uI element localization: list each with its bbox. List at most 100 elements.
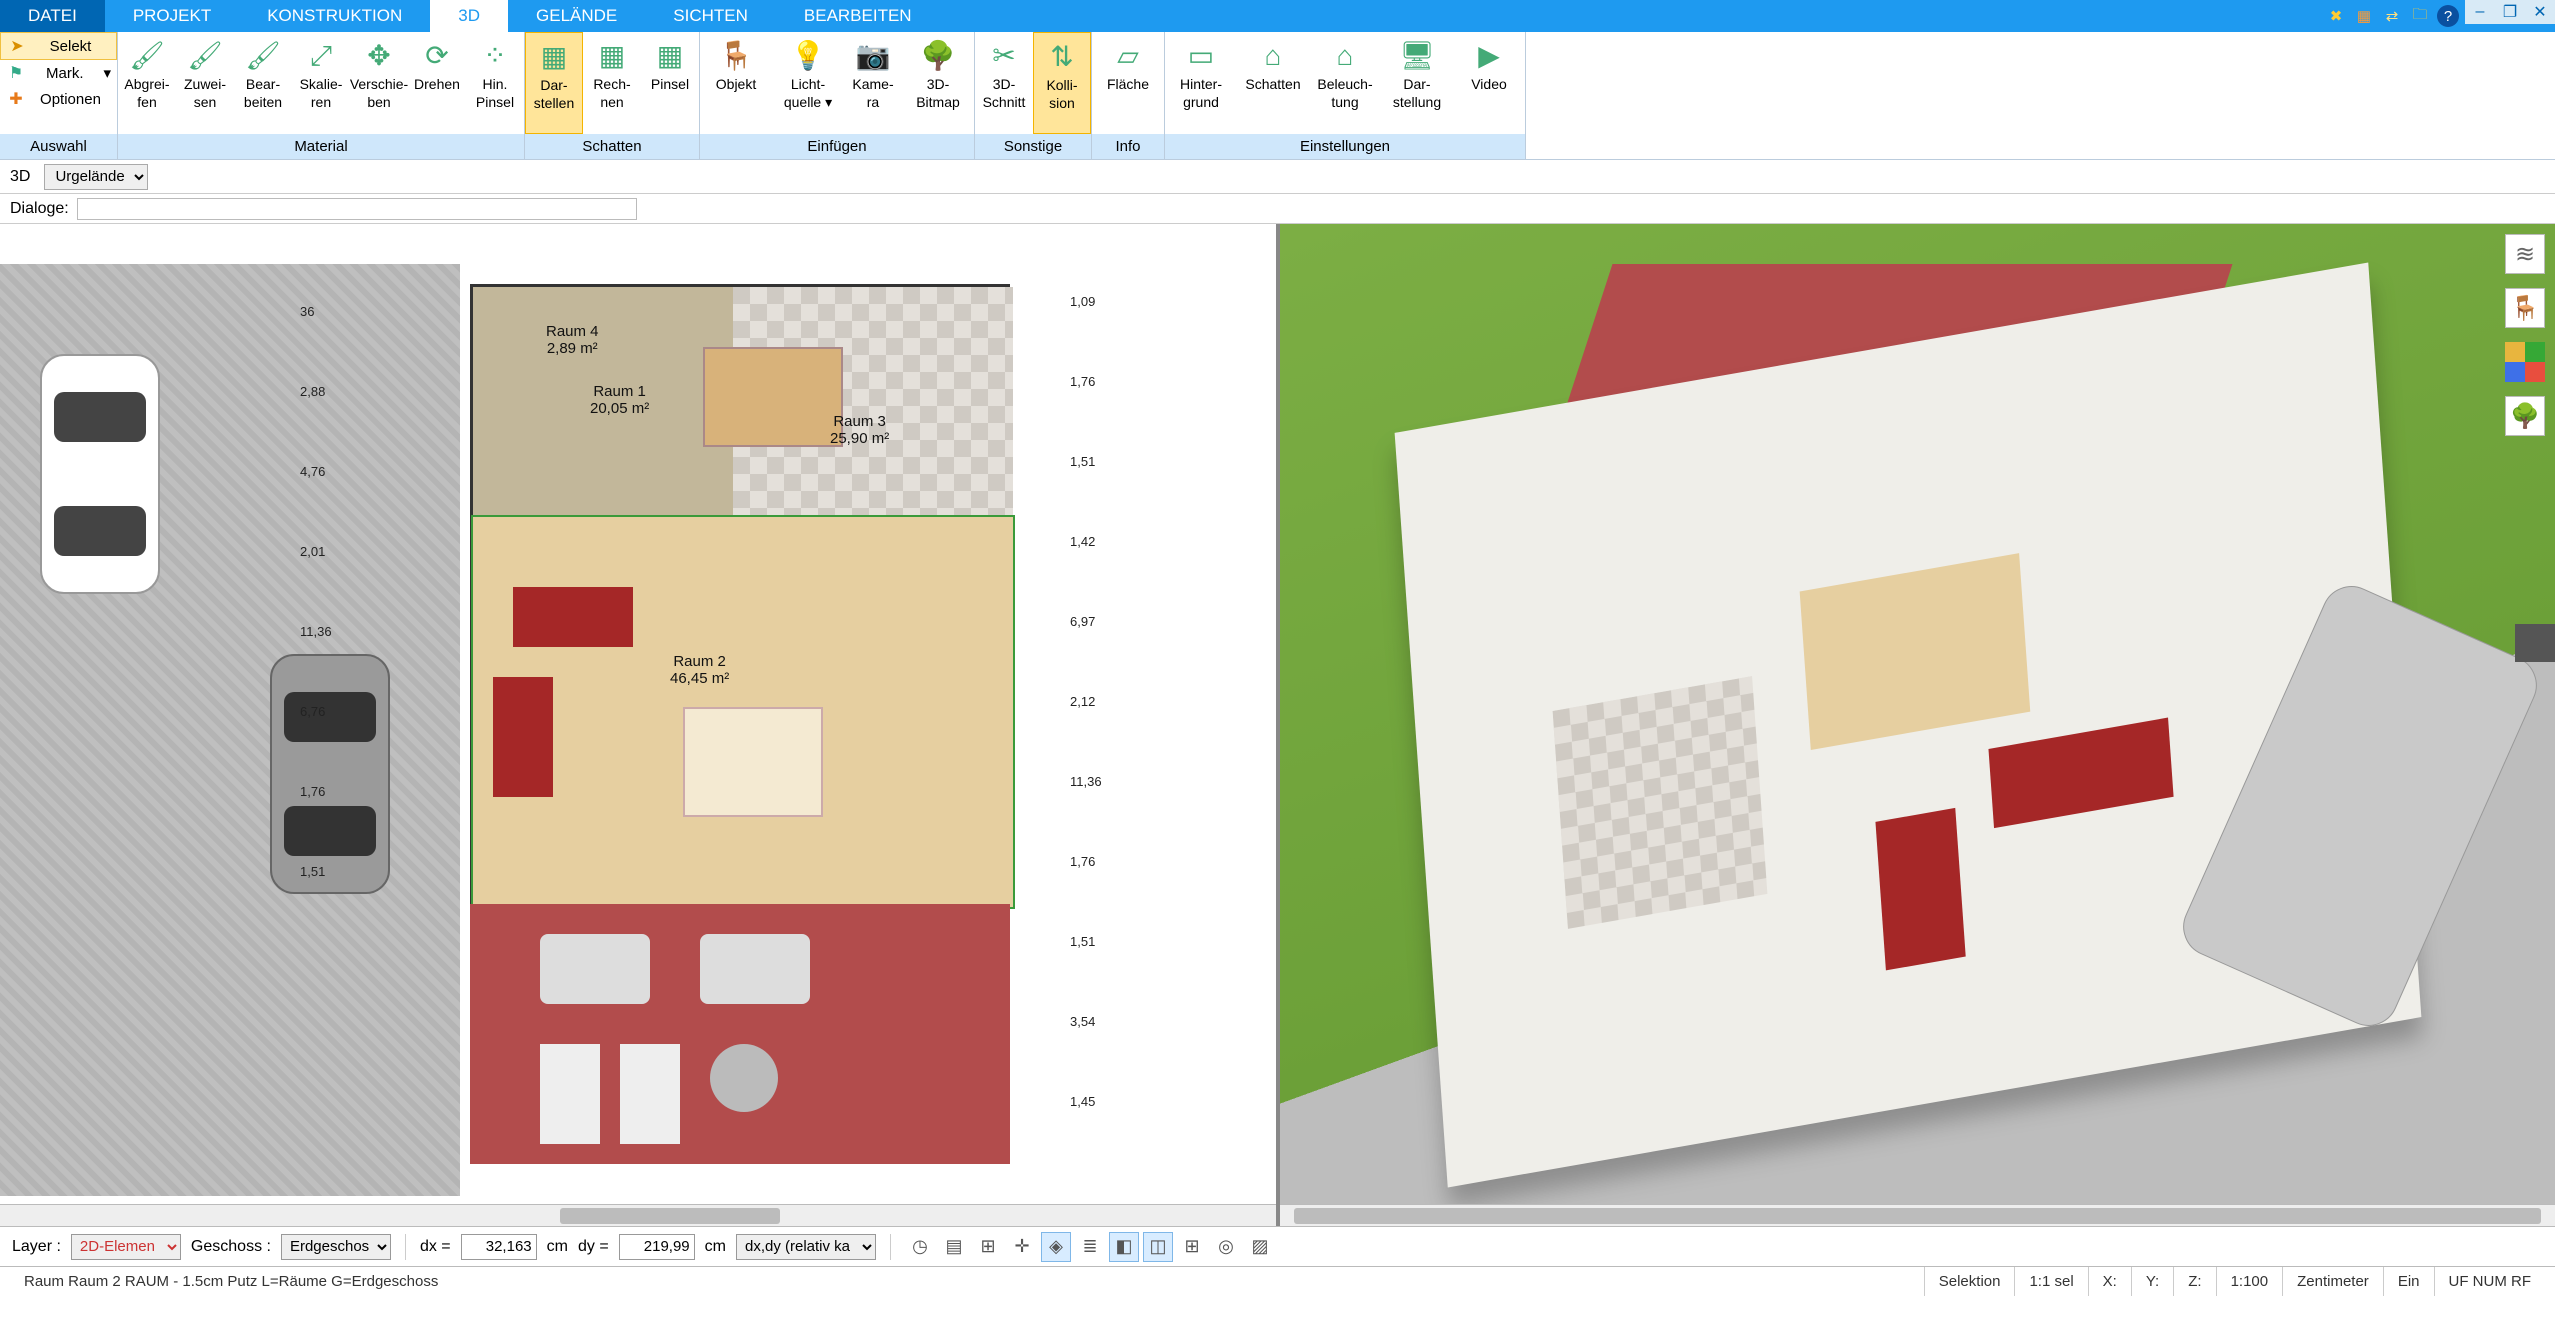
window-minimize[interactable]: – <box>2465 0 2495 24</box>
terrain-select[interactable]: Urgelände <box>44 164 148 190</box>
coord-mode-select[interactable]: dx,dy (relativ ka <box>736 1234 876 1260</box>
ribbon-kamera[interactable]: 📷Kame-ra <box>844 32 902 134</box>
tool-clock[interactable]: ◷ <box>905 1232 935 1262</box>
objekt-icon: 🪑 <box>718 38 754 74</box>
ribbon-beleuchtung[interactable]: ⌂Beleuch-tung <box>1309 32 1381 134</box>
layer-select[interactable]: 2D-Elemen <box>71 1234 181 1260</box>
menu-konstruktion[interactable]: KONSTRUKTION <box>239 0 430 32</box>
dx-input[interactable] <box>461 1234 537 1260</box>
kamera-icon: 📷 <box>855 38 891 74</box>
palette-tool-icon[interactable] <box>2505 342 2545 382</box>
group-label-sonstige: Sonstige <box>975 134 1091 159</box>
floorplan-house <box>470 284 1010 904</box>
dimension: 1,76 <box>1070 374 1095 389</box>
chair-tool-icon[interactable]: 🪑 <box>2505 288 2545 328</box>
tool-hatch[interactable]: ▨ <box>1245 1232 1275 1262</box>
ribbon-kollision[interactable]: ⇅Kolli-sion <box>1033 32 1091 134</box>
selekt-button[interactable]: ➤Selekt <box>0 32 117 60</box>
geschoss-select[interactable]: Erdgeschos <box>281 1234 391 1260</box>
menu-gelaende[interactable]: GELÄNDE <box>508 0 645 32</box>
tree-tool-icon[interactable]: 🌳 <box>2505 396 2545 436</box>
menu-datei[interactable]: DATEI <box>0 0 105 32</box>
viewport-tools: ≋ 🪑 🌳 <box>2501 234 2549 436</box>
3d-schnitt-icon: ✂ <box>986 38 1022 74</box>
ribbon-e-darstellung[interactable]: 🖥Dar-stellung <box>1381 32 1453 134</box>
transfer-icon[interactable]: ⇄ <box>2381 5 2403 27</box>
dx-label: dx = <box>420 1238 451 1256</box>
dimension: 3,54 <box>1070 1014 1095 1029</box>
ribbon-skalieren[interactable]: ⤢Skalie-ren <box>292 32 350 134</box>
ribbon-group-einstellungen: ▭Hinter-grund⌂Schatten⌂Beleuch-tung🖥Dar-… <box>1165 32 1526 159</box>
status-x: X: <box>2088 1267 2131 1296</box>
scrollbar-2d[interactable] <box>0 1204 1276 1226</box>
ribbon-hin-pinsel[interactable]: ⁘Hin.Pinsel <box>466 32 524 134</box>
tool-grid-folder[interactable]: ▤ <box>939 1232 969 1262</box>
dimension: 2,01 <box>300 544 325 559</box>
ribbon-3d-schnitt[interactable]: ✂3D-Schnitt <box>975 32 1033 134</box>
status-scale: 1:100 <box>2216 1267 2283 1296</box>
tool-layers[interactable]: ◈ <box>1041 1232 1071 1262</box>
tool-dims[interactable]: ⊞ <box>973 1232 1003 1262</box>
car-white <box>40 354 160 594</box>
tool-iso[interactable]: ◫ <box>1143 1232 1173 1262</box>
ribbon-video[interactable]: ▶Video <box>1453 32 1525 134</box>
ribbon-abgreifen[interactable]: 🖌Abgrei-fen <box>118 32 176 134</box>
window-close[interactable]: ✕ <box>2525 0 2555 24</box>
ribbon-objekt[interactable]: 🪑Objekt <box>700 32 772 134</box>
ribbon-hintergrund[interactable]: ▭Hinter-grund <box>1165 32 1237 134</box>
mark-button[interactable]: ⚑Mark.▾ <box>0 60 117 86</box>
group-label-einstellungen: Einstellungen <box>1165 134 1525 159</box>
dimension: 36 <box>300 304 314 319</box>
menu-projekt[interactable]: PROJEKT <box>105 0 239 32</box>
dy-label: dy = <box>578 1238 609 1256</box>
ribbon-flaeche[interactable]: ▱Fläche <box>1092 32 1164 134</box>
menu-sichten[interactable]: SICHTEN <box>645 0 776 32</box>
ribbon-lichtquelle[interactable]: 💡Licht-quelle ▾ <box>772 32 844 134</box>
dimension: 6,97 <box>1070 614 1095 629</box>
tool-layers2[interactable]: ◧ <box>1109 1232 1139 1262</box>
viewport-2d[interactable]: Raum 4 2,89 m²Raum 1 20,05 m²Raum 3 25,9… <box>0 224 1280 1226</box>
group-label-einfügen: Einfügen <box>700 134 974 159</box>
layers-tool-icon[interactable]: ≋ <box>2505 234 2545 274</box>
menu-bearbeiten[interactable]: BEARBEITEN <box>776 0 940 32</box>
chevron-down-icon: ▾ <box>103 64 111 82</box>
ribbon-zuweisen[interactable]: 🖌Zuwei-sen <box>176 32 234 134</box>
help-icon[interactable]: ? <box>2437 5 2459 27</box>
flag-icon: ⚑ <box>6 63 26 83</box>
dialog-field[interactable] <box>77 198 637 220</box>
panel-grip[interactable] <box>2515 624 2555 662</box>
wrench-icon[interactable]: ✖ <box>2325 5 2347 27</box>
ribbon-rechnen[interactable]: ▦Rech-nen <box>583 32 641 134</box>
viewport-3d[interactable]: ≋ 🪑 🌳 <box>1280 224 2555 1226</box>
optionen-button[interactable]: ✚Optionen <box>0 86 117 112</box>
tool-axis[interactable]: ✛ <box>1007 1232 1037 1262</box>
ribbon-darstellen[interactable]: ▦Dar-stellen <box>525 32 583 134</box>
plus-icon: ✚ <box>6 89 26 109</box>
dimension: 1,51 <box>1070 454 1095 469</box>
window-maximize[interactable]: ❐ <box>2495 0 2525 24</box>
tool-target[interactable]: ◎ <box>1211 1232 1241 1262</box>
ribbon-3d-bitmap[interactable]: 🌳3D-Bitmap <box>902 32 974 134</box>
dy-input[interactable] <box>619 1234 695 1260</box>
ribbon-e-schatten[interactable]: ⌂Schatten <box>1237 32 1309 134</box>
scrollbar-3d[interactable] <box>1280 1204 2555 1226</box>
dimension: 4,76 <box>300 464 325 479</box>
box-icon[interactable]: ▦ <box>2353 5 2375 27</box>
tool-grid2[interactable]: ⊞ <box>1177 1232 1207 1262</box>
ribbon: ➤Selekt ⚑Mark.▾ ✚Optionen Auswahl 🖌Abgre… <box>0 32 2555 160</box>
ribbon-group-info: ▱FlächeInfo <box>1092 32 1165 159</box>
ribbon-bearbeiten[interactable]: 🖌Bear-beiten <box>234 32 292 134</box>
ribbon-verschieben[interactable]: ✥Verschie-ben <box>350 32 408 134</box>
layer-label: Layer : <box>12 1238 61 1256</box>
status-selection-label: Selektion <box>1924 1267 2015 1296</box>
darstellen-icon: ▦ <box>536 39 572 75</box>
ribbon-drehen[interactable]: ⟳Drehen <box>408 32 466 134</box>
ribbon-s-pinsel[interactable]: ▦Pinsel <box>641 32 699 134</box>
menu-3d[interactable]: 3D <box>430 0 508 32</box>
dimension: 2,88 <box>300 384 325 399</box>
beleuchtung-icon: ⌂ <box>1327 38 1363 74</box>
tool-stack[interactable]: ≣ <box>1075 1232 1105 1262</box>
dimension: 1,09 <box>1070 294 1095 309</box>
folder-icon[interactable]: 🗀 <box>2409 5 2431 27</box>
status-message: Raum Raum 2 RAUM - 1.5cm Putz L=Räume G=… <box>10 1267 1924 1296</box>
